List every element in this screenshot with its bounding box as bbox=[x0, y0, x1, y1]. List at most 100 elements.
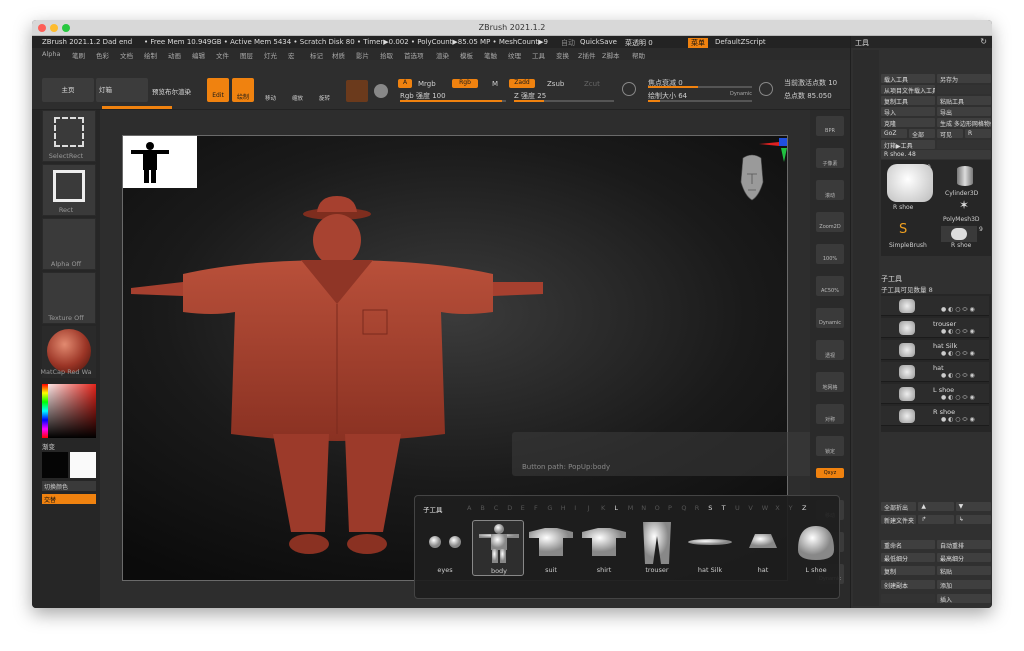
sphere-icon[interactable] bbox=[374, 84, 388, 98]
menu-item[interactable]: 笔触 bbox=[484, 50, 497, 60]
alpha-filter-letter[interactable]: R bbox=[695, 504, 700, 512]
subtool-action-button[interactable]: 新建文件夹 bbox=[881, 515, 917, 524]
subtool-action-button[interactable]: 全部折出 bbox=[881, 502, 917, 511]
alpha-filter-letter[interactable]: E bbox=[521, 504, 525, 512]
subtool-action-button[interactable]: 创建副本 bbox=[881, 580, 935, 589]
subtool-toggle-icons[interactable]: ● ◐ ○ ⬭ ◉ bbox=[941, 306, 975, 314]
menu-item[interactable]: 影片 bbox=[356, 50, 369, 60]
shelf-button[interactable]: 滚动 bbox=[816, 180, 844, 200]
rotate-button[interactable]: 旋转 bbox=[319, 94, 330, 102]
subtool-action-button[interactable]: 重命名 bbox=[881, 540, 935, 549]
default-zscript[interactable]: DefaultZScript bbox=[715, 38, 766, 46]
alpha-filter-letter[interactable]: P bbox=[668, 504, 672, 512]
subtool-toggle-icons[interactable]: ● ◐ ○ ⬭ ◉ bbox=[941, 372, 975, 380]
alpha-filter-letter[interactable]: F bbox=[534, 504, 538, 512]
subtool-action-button[interactable]: 添加 bbox=[937, 580, 991, 589]
tool-button[interactable]: 导出 bbox=[937, 107, 991, 116]
subtool-item-shirt[interactable]: shirt bbox=[578, 520, 630, 576]
menu-opacity-slider[interactable]: 菜透明 0 bbox=[625, 38, 653, 48]
quicksave-button[interactable]: QuickSave bbox=[580, 38, 617, 46]
lightbox-button[interactable]: 灯箱 bbox=[96, 78, 148, 102]
alpha-filter-letter[interactable]: G bbox=[547, 504, 552, 512]
scale-button[interactable]: 缩放 bbox=[292, 94, 303, 102]
d-icon[interactable] bbox=[759, 82, 773, 96]
tool-button[interactable]: 生成 多边形网格物体 bbox=[937, 118, 991, 127]
subtool-action-button[interactable]: ↱ bbox=[918, 515, 954, 524]
alpha-filter-letter[interactable]: Z bbox=[802, 504, 806, 512]
alpha-filter-letter[interactable]: J bbox=[588, 504, 590, 512]
menu-item[interactable]: 编辑 bbox=[192, 50, 205, 60]
tool-button[interactable]: 灯箱▶工具 bbox=[881, 140, 935, 149]
subtool-action-button[interactable]: 粘贴 bbox=[937, 566, 991, 575]
menu-item[interactable]: 拾取 bbox=[380, 50, 393, 60]
subtool-row[interactable]: R shoe ● ◐ ○ ⬭ ◉ bbox=[881, 406, 989, 426]
shelf-button[interactable]: Zoom2D bbox=[816, 212, 844, 232]
subtool-action-button[interactable] bbox=[881, 594, 935, 603]
subtool-item-trouser[interactable]: trouser bbox=[631, 520, 683, 576]
alpha-filter-letter[interactable]: S bbox=[708, 504, 712, 512]
subtool-action-button[interactable]: 最低细分 bbox=[881, 553, 935, 562]
subtool-item-suit[interactable]: suit bbox=[525, 520, 577, 576]
subtool-item-body[interactable]: body bbox=[472, 520, 524, 576]
switch-color-button[interactable]: 切换颜色 bbox=[42, 481, 96, 491]
tool-button[interactable]: 导入 bbox=[881, 107, 935, 116]
alpha-filter-letter[interactable]: I bbox=[574, 504, 576, 512]
menu-item[interactable]: 动画 bbox=[168, 50, 181, 60]
alpha-filter-letter[interactable]: V bbox=[748, 504, 752, 512]
polymesh-star-icon[interactable]: ✶ bbox=[959, 198, 969, 212]
secondary-color[interactable] bbox=[70, 452, 96, 478]
menu-item[interactable]: 文件 bbox=[216, 50, 229, 60]
menu-item[interactable]: 变换 bbox=[556, 50, 569, 60]
tool-button[interactable]: 全部 bbox=[909, 129, 935, 138]
menu-item[interactable]: 图层 bbox=[240, 50, 253, 60]
alpha-filter-letter[interactable]: D bbox=[507, 504, 512, 512]
alpha-filter-letter[interactable]: T bbox=[722, 504, 726, 512]
rgb-toggle[interactable]: Rgb bbox=[452, 79, 478, 88]
zcut-toggle[interactable]: Zcut bbox=[584, 80, 600, 88]
refresh-icon[interactable]: ↻ bbox=[980, 37, 987, 46]
dynamic-toggle[interactable]: Dynamic bbox=[730, 91, 752, 97]
shelf-button[interactable]: 100% bbox=[816, 244, 844, 264]
alternate-button[interactable]: 交替 bbox=[42, 494, 96, 504]
material-swatch[interactable] bbox=[346, 80, 368, 102]
menu-item[interactable]: 材质 bbox=[332, 50, 345, 60]
tool-button[interactable] bbox=[937, 85, 991, 94]
tool-button[interactable]: 克隆 bbox=[881, 118, 935, 127]
subtool-action-button[interactable]: ▼ bbox=[955, 502, 991, 511]
alpha-filter-letter[interactable]: A bbox=[467, 504, 471, 512]
menu-item[interactable]: 标记 bbox=[310, 50, 323, 60]
zsub-toggle[interactable]: Zsub bbox=[547, 80, 564, 88]
cylinder-icon[interactable] bbox=[957, 166, 973, 186]
subtool-action-button[interactable]: 最高细分 bbox=[937, 553, 991, 562]
home-button[interactable]: 主页 bbox=[42, 78, 94, 102]
subtool-row[interactable]: trouser ● ◐ ○ ⬭ ◉ bbox=[881, 318, 989, 338]
subtool-row[interactable]: L shoe ● ◐ ○ ⬭ ◉ bbox=[881, 384, 989, 404]
subtool-action-button[interactable]: 复制 bbox=[881, 566, 935, 575]
menu-item[interactable]: 文档 bbox=[120, 50, 133, 60]
primary-color[interactable] bbox=[42, 452, 68, 478]
shelf-button[interactable]: AC50% bbox=[816, 276, 844, 296]
menu-item[interactable]: Alpha bbox=[42, 50, 60, 58]
menu-item[interactable]: 绘制 bbox=[144, 50, 157, 60]
subtool-item-eyes[interactable]: eyes bbox=[419, 520, 471, 576]
shelf-button[interactable]: Qxyz bbox=[816, 468, 844, 478]
menu-item[interactable]: Z脚本 bbox=[602, 50, 619, 60]
alpha-filter-letter[interactable]: Y bbox=[789, 504, 793, 512]
subtool-row[interactable]: hat ● ◐ ○ ⬭ ◉ bbox=[881, 362, 989, 382]
menu-toggle[interactable]: 菜单 bbox=[688, 38, 708, 48]
shelf-button[interactable]: Dynamic bbox=[816, 308, 844, 328]
alpha-filter-letter[interactable]: X bbox=[775, 504, 779, 512]
subtool-action-button[interactable]: ↳ bbox=[955, 515, 991, 524]
alpha-filter-letter[interactable]: W bbox=[762, 504, 768, 512]
menu-item[interactable]: 模板 bbox=[460, 50, 473, 60]
menu-item[interactable]: 首选项 bbox=[404, 50, 424, 60]
tool-button[interactable]: R bbox=[965, 129, 991, 138]
thumb-r-shoe-small[interactable] bbox=[941, 226, 977, 242]
move-button[interactable]: 移动 bbox=[265, 94, 276, 102]
subtool-row[interactable]: ● ◐ ○ ⬭ ◉ bbox=[881, 296, 989, 316]
tool-button[interactable]: 复制工具 bbox=[881, 96, 935, 105]
draw-button[interactable]: 绘制 bbox=[232, 78, 254, 102]
tool-button[interactable] bbox=[937, 140, 991, 149]
tool-button[interactable]: 可见 bbox=[937, 129, 963, 138]
subtool-item-hatsilk[interactable]: hat Silk bbox=[684, 520, 736, 576]
